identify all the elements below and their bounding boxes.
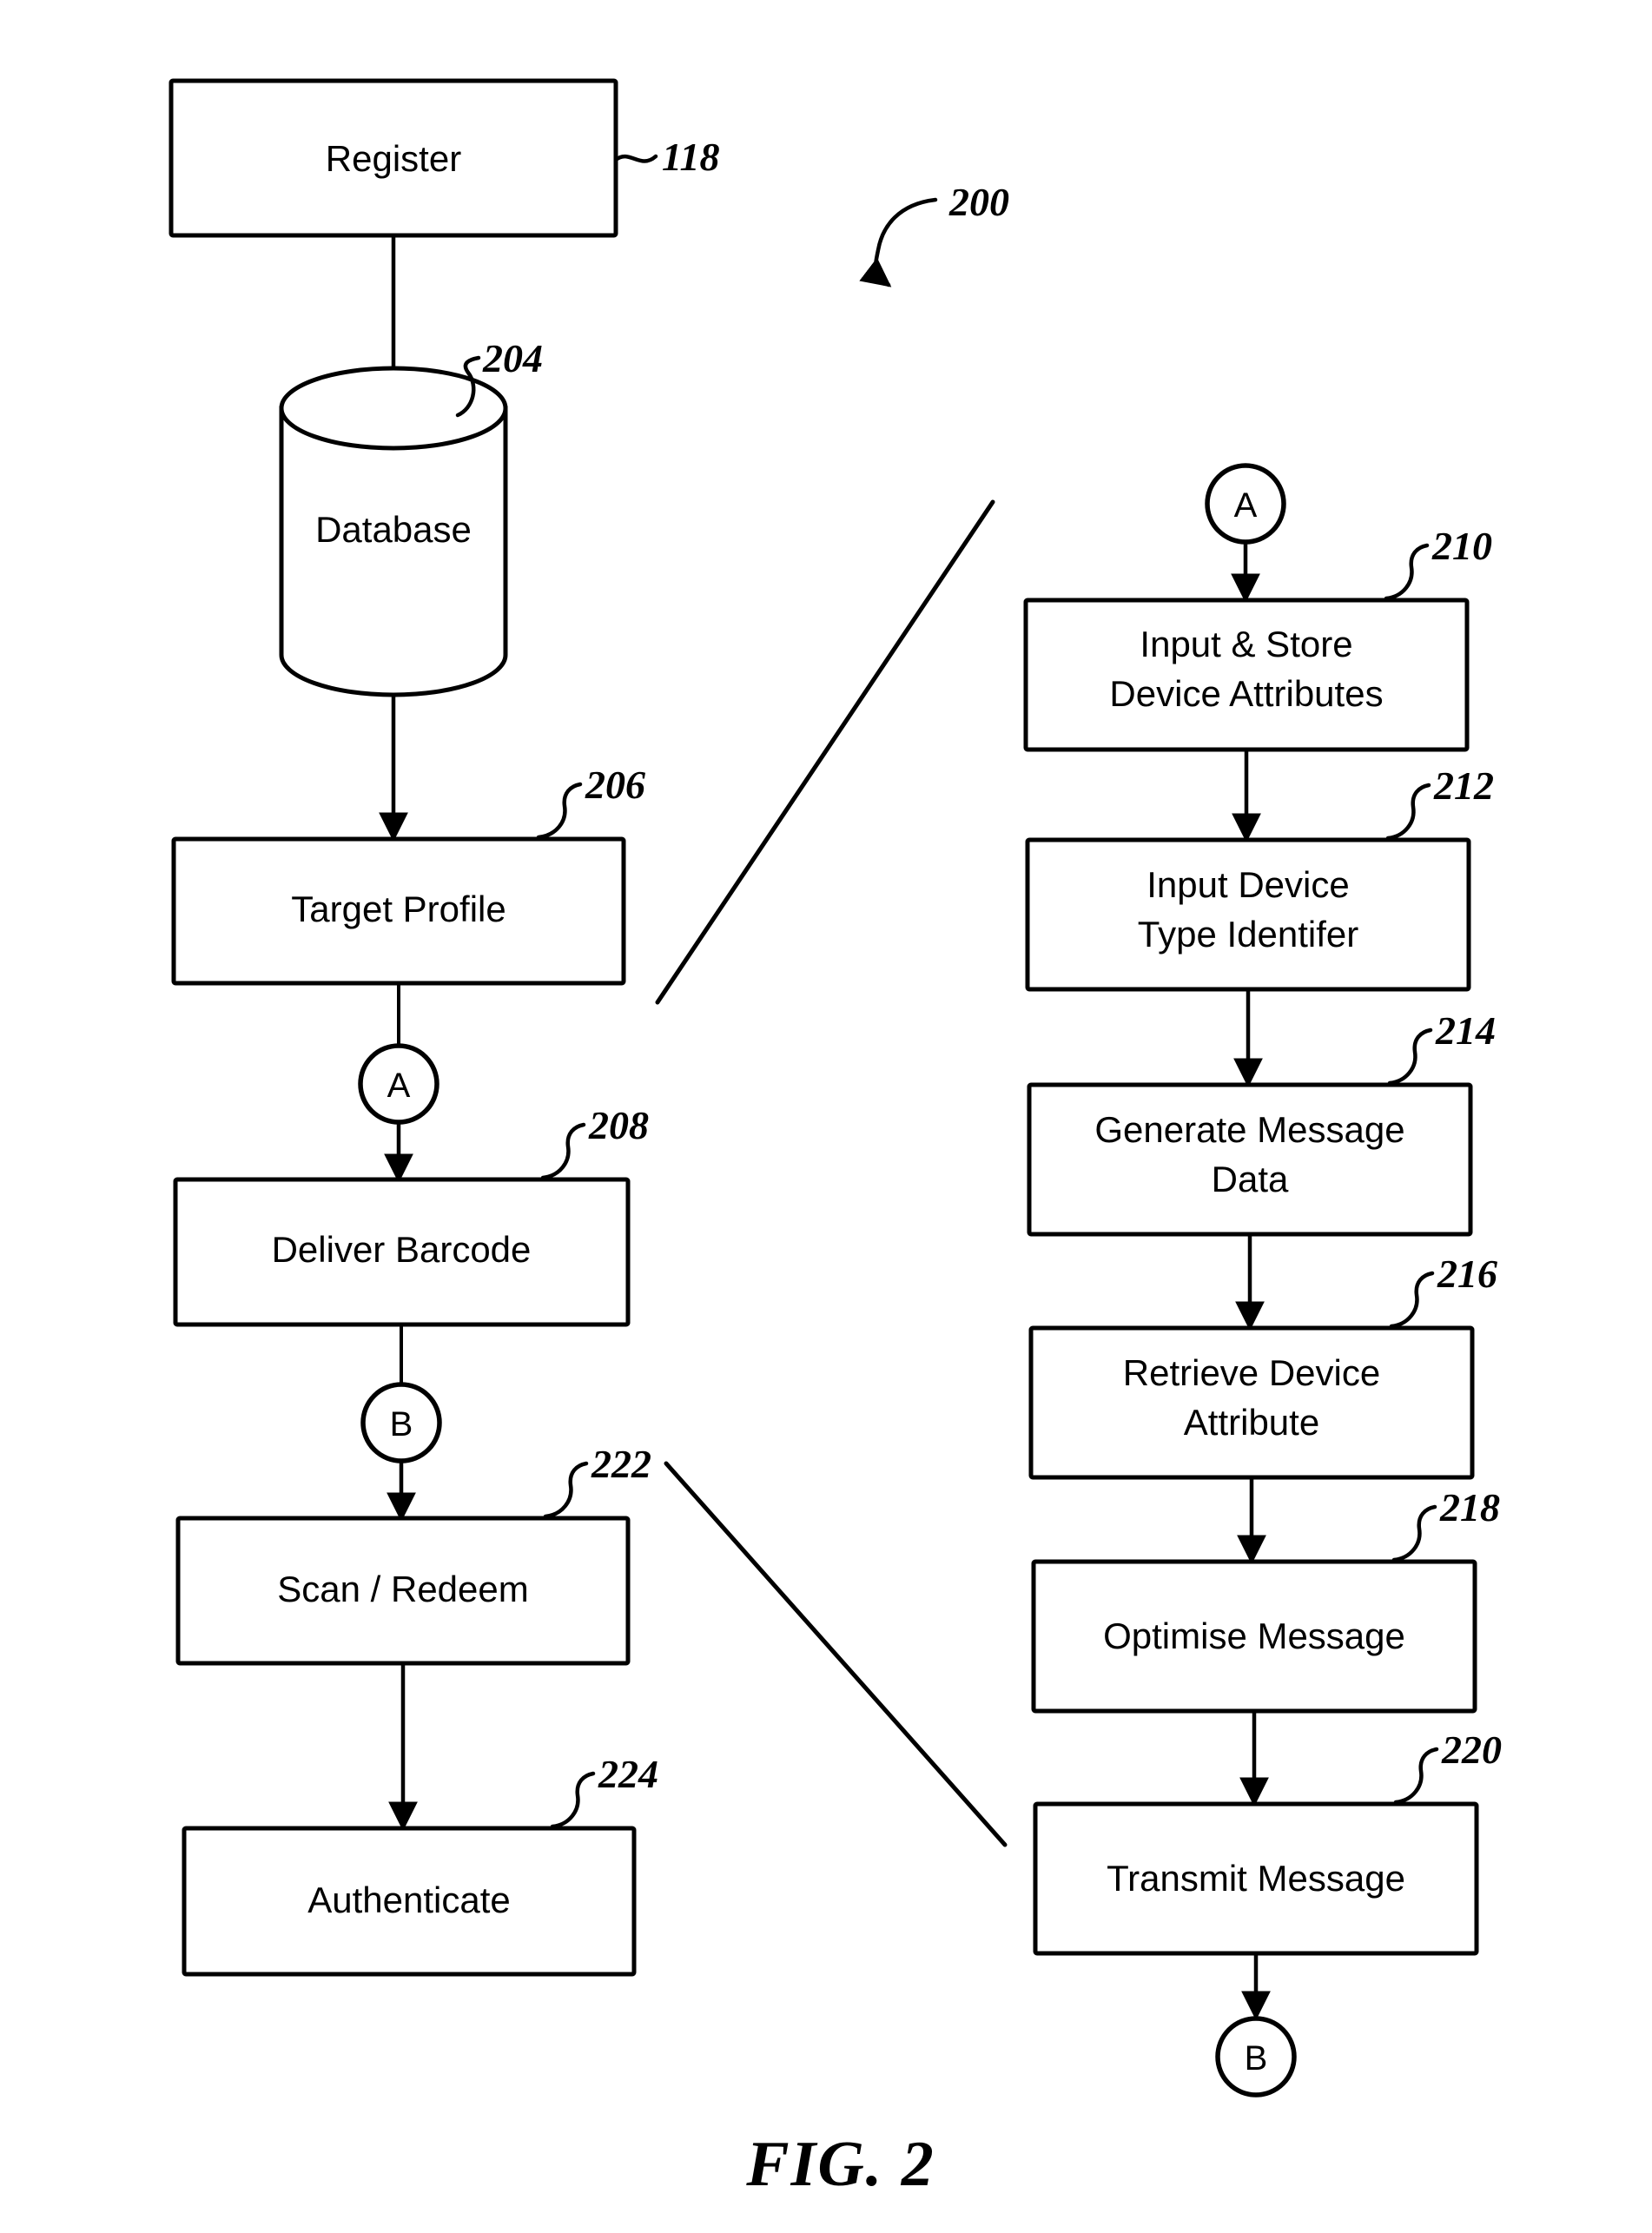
ref-number-208: 208 xyxy=(588,1103,649,1147)
connector-a-right[interactable]: A xyxy=(1205,463,1286,545)
node-retrieve-attr[interactable]: Retrieve Device Attribute xyxy=(1028,1325,1475,1480)
ref-number-206: 206 xyxy=(585,763,645,807)
ref-number-118: 118 xyxy=(662,135,719,179)
node-retrieve-attr-label-line1: Retrieve Device xyxy=(1123,1352,1380,1393)
ref-number-204: 204 xyxy=(482,336,543,380)
connector-b-left[interactable]: B xyxy=(360,1382,442,1463)
node-scan-redeem[interactable]: Scan / Redeem xyxy=(175,1516,631,1666)
ref-callout-210: 210 xyxy=(1384,524,1492,601)
node-transmit-message-label: Transmit Message xyxy=(1107,1858,1405,1899)
node-optimise-message-label: Optimise Message xyxy=(1103,1615,1405,1656)
node-register[interactable]: Register xyxy=(169,78,618,238)
connector-a-left-label: A xyxy=(387,1067,411,1105)
node-database[interactable]: Database xyxy=(279,366,508,697)
node-input-store-attrs[interactable]: Input & Store Device Attributes xyxy=(1023,598,1470,752)
node-authenticate[interactable]: Authenticate xyxy=(182,1826,637,1977)
ref-callout-208: 208 xyxy=(540,1103,649,1180)
node-database-body[interactable] xyxy=(279,406,508,697)
separator-line-upper xyxy=(655,499,995,1005)
connector-a-right-label: A xyxy=(1234,486,1258,525)
node-input-type-id-label-line1: Input Device xyxy=(1146,864,1349,905)
ref-number-200: 200 xyxy=(948,180,1009,224)
ref-callout-222: 222 xyxy=(543,1442,651,1519)
connector-b-right-label: B xyxy=(1245,2039,1268,2078)
node-database-label: Database xyxy=(315,509,472,550)
node-authenticate-label: Authenticate xyxy=(307,1880,511,1920)
ref-number-218: 218 xyxy=(1439,1485,1500,1529)
node-generate-message-label-line1: Generate Message xyxy=(1094,1109,1404,1150)
ref-number-210: 210 xyxy=(1431,524,1492,568)
ref-callout-214: 214 xyxy=(1387,1008,1496,1086)
overall-ref-200-callout: 200 xyxy=(859,180,1009,287)
ref-callout-216: 216 xyxy=(1389,1252,1497,1329)
ref-number-212: 212 xyxy=(1433,763,1494,808)
node-register-label: Register xyxy=(326,138,461,179)
ref-callout-212: 212 xyxy=(1385,763,1494,841)
ref-number-222: 222 xyxy=(591,1442,651,1486)
ref-number-214: 214 xyxy=(1435,1008,1496,1053)
separator-line-lower xyxy=(664,1461,1008,1847)
ref-callout-224: 224 xyxy=(550,1752,658,1829)
node-input-type-id[interactable]: Input Device Type Identifer xyxy=(1025,837,1471,992)
node-deliver-barcode[interactable]: Deliver Barcode xyxy=(173,1177,631,1327)
connector-a-left[interactable]: A xyxy=(358,1043,439,1125)
ref-callout-206: 206 xyxy=(536,763,645,840)
patent-figure-2: 200 Register 118 Database 204 Target Pro… xyxy=(0,0,1652,2233)
node-input-store-attrs-label-line1: Input & Store xyxy=(1140,624,1352,664)
node-target-profile-label: Target Profile xyxy=(291,889,506,929)
node-scan-redeem-label: Scan / Redeem xyxy=(277,1569,529,1609)
node-input-type-id-label-line2: Type Identifer xyxy=(1138,914,1358,955)
ref-number-216: 216 xyxy=(1437,1252,1497,1296)
node-optimise-message[interactable]: Optimise Message xyxy=(1031,1559,1477,1714)
connector-b-right[interactable]: B xyxy=(1215,2016,1297,2098)
ref-number-220: 220 xyxy=(1441,1728,1502,1772)
node-generate-message[interactable]: Generate Message Data xyxy=(1027,1082,1473,1237)
node-generate-message-label-line2: Data xyxy=(1212,1159,1289,1199)
ref-number-224: 224 xyxy=(598,1752,658,1796)
ref-callout-218: 218 xyxy=(1391,1485,1500,1562)
node-target-profile[interactable]: Target Profile xyxy=(171,836,626,986)
ref-callout-118: 118 xyxy=(613,135,719,179)
node-deliver-barcode-label: Deliver Barcode xyxy=(272,1229,532,1270)
figure-caption: FIG. 2 xyxy=(745,2129,935,2200)
node-transmit-message[interactable]: Transmit Message xyxy=(1033,1801,1479,1956)
connector-b-left-label: B xyxy=(390,1405,413,1444)
ref-callout-220: 220 xyxy=(1393,1728,1502,1805)
node-input-store-attrs-label-line2: Device Attributes xyxy=(1109,673,1383,714)
flowchart-canvas: 200 Register 118 Database 204 Target Pro… xyxy=(169,78,1502,2200)
node-retrieve-attr-label-line2: Attribute xyxy=(1184,1402,1319,1443)
